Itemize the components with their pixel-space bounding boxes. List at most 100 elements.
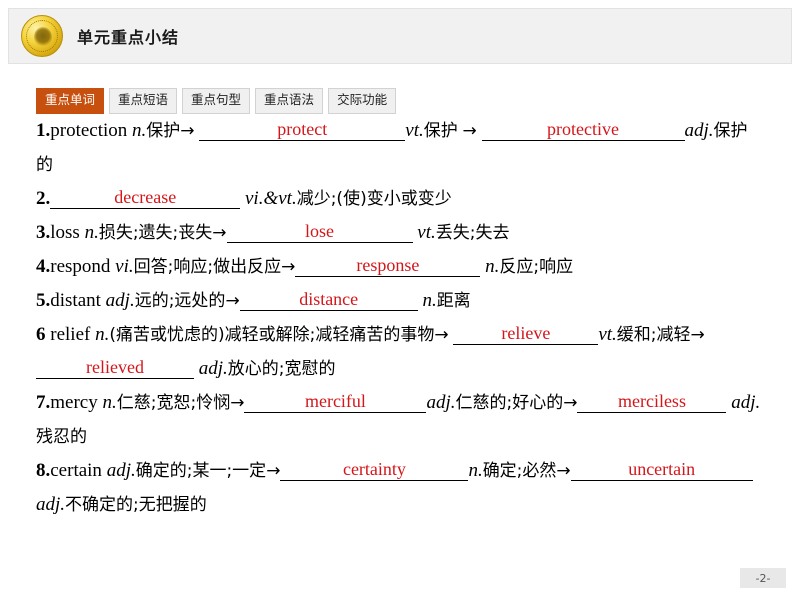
entry-gloss: 回答;响应;做出反应 [133, 257, 282, 277]
entry-pos-3: adj. [731, 392, 761, 413]
entry-gloss-3: 不确定的;无把握的 [65, 495, 207, 515]
entry-number: 7. [36, 392, 51, 413]
entry-gloss: (痛苦或忧虑的)减轻或解除;减轻痛苦的事物 [109, 325, 435, 345]
entry-gloss-2: 保护 [423, 121, 458, 141]
entry-pos: adj. [106, 460, 136, 481]
list-item: 7.mercy n.仁慈;宽恕;怜悯→ merciful adj.仁慈的;好心的→ m… [36, 386, 764, 454]
arrow-icon-2: → [462, 121, 477, 141]
answer-blank[interactable]: uncertain [570, 458, 753, 481]
arrow-icon: → [212, 223, 227, 243]
tab-key-phrases[interactable]: 重点短语 [109, 88, 178, 114]
entry-headword: respond [50, 256, 111, 277]
arrow-icon-2: → [563, 393, 578, 413]
entry-pos-3: adj. [36, 494, 66, 515]
tab-strip: 重点单词 重点短语 重点句型 重点语法 交际功能 [36, 88, 397, 114]
arrow-icon: → [281, 257, 296, 277]
entry-pos-2: n. [422, 290, 437, 311]
entry-pos: vi.&vt. [245, 188, 297, 209]
entry-pos-2: n. [468, 460, 483, 481]
entry-gloss-2: 确定;必然 [482, 461, 557, 481]
tab-key-words[interactable]: 重点单词 [36, 88, 105, 114]
answer-blank[interactable]: protect [199, 118, 406, 141]
entry-number: 5. [36, 290, 51, 311]
arrow-icon: → [180, 121, 195, 141]
entry-gloss: 减少;(使)变小或变少 [296, 189, 452, 209]
answer-blank[interactable]: relieve [453, 322, 599, 345]
entry-gloss: 确定的;某一;一定 [135, 461, 267, 481]
answer-text: relieved [86, 357, 144, 377]
arrow-icon-2: → [690, 325, 705, 345]
answer-text: lose [305, 221, 335, 241]
entry-gloss-2: 距离 [436, 291, 471, 311]
answer-text: certainty [342, 459, 406, 479]
entry-pos: n. [95, 324, 110, 345]
arrow-icon: → [225, 291, 240, 311]
entry-pos-2: vt. [405, 120, 424, 141]
page-title: 单元重点小结 [77, 28, 180, 47]
answer-text: uncertain [628, 459, 696, 479]
answer-blank[interactable]: decrease [50, 186, 241, 209]
page-number: -2- [740, 568, 786, 588]
answer-text: distance [299, 289, 359, 309]
entry-gloss-3: 残忍的 [36, 427, 87, 447]
entry-number: 2. [36, 188, 51, 209]
entry-headword: mercy [50, 392, 98, 413]
answer-blank[interactable]: response [295, 254, 481, 277]
list-item: 1.protection n.保护→ protect vt.保护 → protec… [36, 114, 764, 182]
entry-pos-2: vt. [598, 324, 617, 345]
entry-pos: adj. [105, 290, 135, 311]
arrow-icon: → [266, 461, 281, 481]
entry-pos-3: adj. [198, 358, 228, 379]
answer-blank[interactable]: relieved [36, 356, 194, 379]
entry-headword: certain [50, 460, 102, 481]
answer-text: decrease [114, 187, 177, 207]
answer-text: merciful [304, 391, 366, 411]
tab-key-patterns[interactable]: 重点句型 [182, 88, 251, 114]
answer-blank[interactable]: certainty [280, 458, 469, 481]
entry-gloss: 损失;遗失;丧失 [98, 223, 213, 243]
list-item: 5.distant adj.远的;远处的→ distance n.距离 [36, 284, 764, 318]
word-summary-list: 1.protection n.保护→ protect vt.保护 → protec… [36, 114, 764, 522]
entry-pos-2: adj. [426, 392, 456, 413]
answer-blank[interactable]: merciless [577, 390, 727, 413]
list-item: 8.certain adj.确定的;某一;一定→ certainty n.确定;必然… [36, 454, 764, 522]
tab-communication[interactable]: 交际功能 [328, 88, 397, 114]
arrow-icon-2: → [556, 461, 571, 481]
entry-gloss-2: 缓和;减轻 [616, 325, 691, 345]
entry-number: 1. [36, 120, 51, 141]
answer-blank[interactable]: merciful [244, 390, 427, 413]
entry-headword: protection [50, 120, 128, 141]
entry-number: 6 [36, 324, 51, 345]
entry-gloss: 远的;远处的 [134, 291, 226, 311]
entry-pos-2: vt. [417, 222, 436, 243]
answer-text: merciless [617, 391, 686, 411]
answer-text: response [356, 255, 420, 275]
entry-gloss-3: 放心的;宽慰的 [227, 359, 336, 379]
list-item: 3.loss n.损失;遗失;丧失→ lose vt.丢失;失去 [36, 216, 764, 250]
entry-pos: n. [84, 222, 99, 243]
entry-gloss: 仁慈;宽恕;怜悯 [116, 393, 231, 413]
entry-gloss-2: 反应;响应 [499, 257, 574, 277]
entry-pos: n. [102, 392, 117, 413]
list-item: 6 relief n.(痛苦或忧虑的)减轻或解除;减轻痛苦的事物→ reliev… [36, 318, 764, 386]
arrow-icon: → [434, 325, 449, 345]
entry-pos: vi. [115, 256, 134, 277]
entry-headword: relief [50, 324, 91, 345]
answer-blank[interactable]: protective [481, 118, 685, 141]
entry-gloss: 保护 [146, 121, 181, 141]
entry-headword: distant [50, 290, 101, 311]
gold-coin-logo-icon [21, 15, 63, 57]
arrow-icon: → [230, 393, 245, 413]
entry-number: 4. [36, 256, 51, 277]
entry-headword: loss [50, 222, 80, 243]
entry-number: 3. [36, 222, 51, 243]
list-item: 2. decrease vi.&vt.减少;(使)变小或变少 [36, 182, 764, 216]
entry-pos-3: adj. [684, 120, 714, 141]
answer-text: relieve [501, 323, 551, 343]
entry-number: 8. [36, 460, 51, 481]
answer-text: protect [277, 119, 328, 139]
tab-key-grammar[interactable]: 重点语法 [255, 88, 324, 114]
answer-text: protective [547, 119, 619, 139]
answer-blank[interactable]: lose [226, 220, 413, 243]
answer-blank[interactable]: distance [239, 288, 418, 311]
